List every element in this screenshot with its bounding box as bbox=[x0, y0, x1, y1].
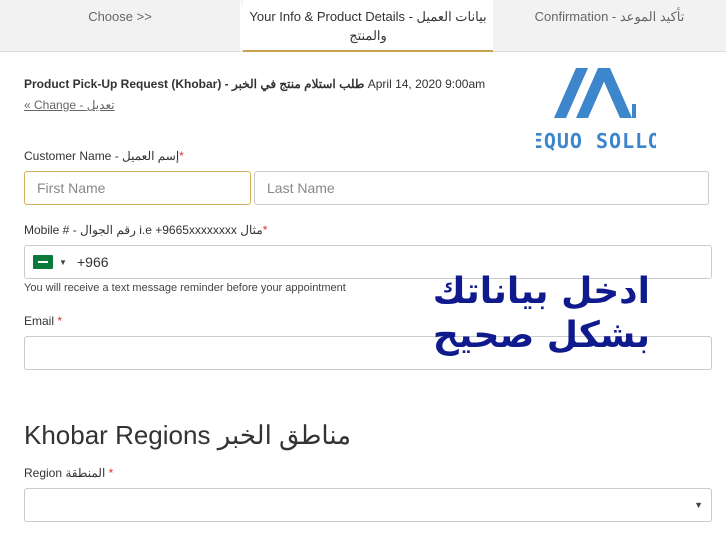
company-logo: EQUO SOLLO bbox=[536, 68, 656, 153]
caret-down-icon: ▼ bbox=[59, 257, 67, 267]
step-choose-label: Choose >> bbox=[88, 9, 152, 24]
step-choose[interactable]: Choose >> bbox=[0, 0, 240, 52]
step-your-info[interactable]: Your Info & Product Details - بيانات الع… bbox=[243, 0, 493, 52]
step-confirmation[interactable]: Confirmation - تأكيد الموعد bbox=[493, 0, 726, 52]
mobile-hint: You will receive a text message reminder… bbox=[24, 282, 346, 294]
summary-title: Product Pick-Up Request (Khobar) - طلب ا… bbox=[24, 77, 365, 91]
booking-summary: Product Pick-Up Request (Khobar) - طلب ا… bbox=[24, 77, 485, 91]
region-label: Region المنطقة * bbox=[24, 466, 114, 480]
step-navigation: Choose >> Your Info & Product Details - … bbox=[0, 0, 726, 52]
saudi-flag-icon bbox=[33, 255, 53, 269]
step-confirmation-label: Confirmation - تأكيد الموعد bbox=[534, 9, 685, 24]
region-select[interactable]: ▼ bbox=[24, 488, 712, 522]
instruction-line-1: ادخل بياناتك bbox=[432, 271, 650, 312]
email-label: Email * bbox=[24, 314, 63, 328]
mobile-label: Mobile # - رقم الجوال i.e +9665xxxxxxxx … bbox=[24, 223, 268, 237]
change-link[interactable]: « Change - تعديل bbox=[24, 98, 115, 112]
regions-title: Khobar Regions مناطق الخبر bbox=[24, 420, 352, 450]
instruction-line-2: بشكل صحيح bbox=[432, 315, 650, 356]
caret-down-icon: ▼ bbox=[694, 500, 703, 510]
first-name-input[interactable] bbox=[24, 171, 251, 205]
logo-wordmark: EQUO SOLLO bbox=[536, 129, 656, 153]
step-your-info-label: Your Info & Product Details - بيانات الع… bbox=[249, 9, 487, 43]
instruction-overlay: ادخل بياناتك بشكل صحيح bbox=[410, 270, 650, 358]
country-selector[interactable]: ▼ bbox=[25, 246, 71, 278]
step-chevron bbox=[240, 0, 252, 52]
last-name-input[interactable] bbox=[254, 171, 709, 205]
customer-name-label: Customer Name - إسم العميل* bbox=[24, 149, 184, 163]
summary-datetime: April 14, 2020 9:00am bbox=[367, 77, 486, 91]
